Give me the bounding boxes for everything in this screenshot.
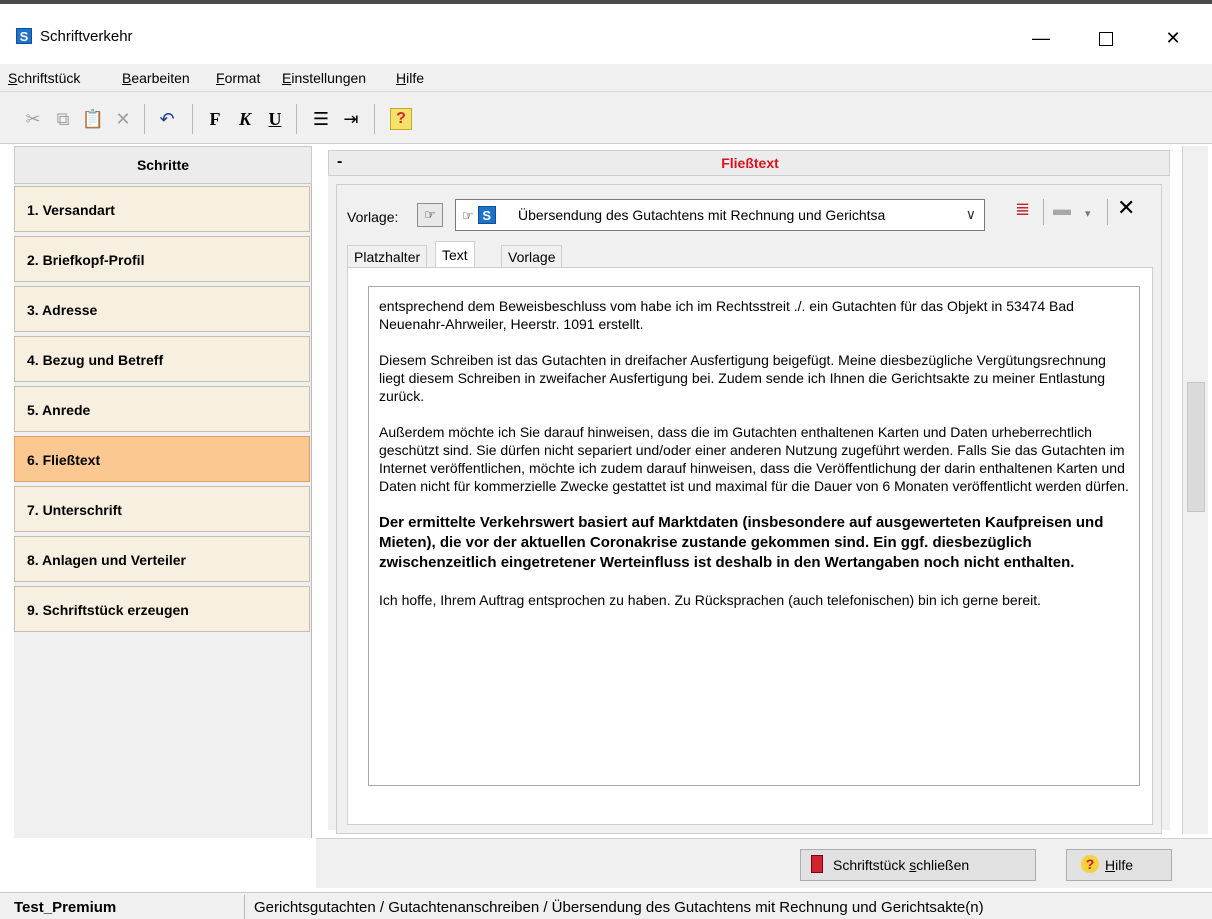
toolbar-separator: [144, 104, 145, 134]
help-icon: ?: [1081, 855, 1099, 874]
menu-hilfe[interactable]: Hilfe: [396, 70, 424, 86]
step-anlagen-verteiler[interactable]: 8. Anlagen und Verteiler: [14, 536, 310, 582]
editor-paragraph: Außerdem möchte ich Sie darauf hinweisen…: [379, 424, 1129, 494]
close-document-button[interactable]: Schriftstück schließen: [800, 849, 1036, 881]
paste-icon[interactable]: 📋: [80, 106, 106, 132]
chevron-down-icon: ∨: [965, 206, 976, 222]
underline-button[interactable]: U: [262, 106, 288, 132]
select-icons: ☞ S: [462, 206, 496, 224]
menu-format[interactable]: Format: [216, 70, 260, 86]
toolbar: ✂ ⧉ 📋 ✕ ↶ F K U ☰ ⇥ ?: [0, 92, 1212, 144]
step-bezug-betreff[interactable]: 4. Bezug und Betreff: [14, 336, 310, 382]
title-bar: S Schriftverkehr — ✕: [0, 0, 1212, 64]
dropdown-icon[interactable]: ▾: [1085, 207, 1091, 220]
toolbar-separator: [296, 104, 297, 134]
maximize-button[interactable]: [1083, 18, 1129, 58]
close-window-button[interactable]: ✕: [1150, 18, 1196, 58]
text-editor[interactable]: entsprechend dem Beweisbeschluss vom hab…: [368, 286, 1140, 786]
collapse-button[interactable]: -: [337, 153, 342, 171]
menu-schriftstueck[interactable]: Schriftstück: [8, 70, 80, 86]
app-icon: S: [16, 28, 32, 44]
vorlage-label: Vorlage:: [347, 209, 399, 225]
vorlage-pointer-button[interactable]: ☞: [417, 203, 443, 227]
tool-separator: [1107, 199, 1108, 225]
status-path: Gerichtsgutachten / Gutachtenanschreiben…: [254, 899, 984, 916]
save-icon[interactable]: ▬: [1053, 199, 1071, 220]
vertical-scrollbar[interactable]: [1182, 146, 1208, 834]
step-fliesstext[interactable]: 6. Fließtext: [14, 436, 310, 482]
status-bar: Test_Premium Gerichtsgutachten / Gutacht…: [0, 892, 1212, 919]
editor-paragraph: Ich hoffe, Ihrem Auftrag entsprochen zu …: [379, 592, 1042, 608]
step-schriftstueck-erzeugen[interactable]: 9. Schriftstück erzeugen: [14, 586, 310, 632]
step-unterschrift[interactable]: 7. Unterschrift: [14, 486, 310, 532]
italic-button[interactable]: K: [232, 106, 258, 132]
pointer-icon: ☞: [424, 207, 436, 222]
section-title: Fließtext: [721, 155, 779, 171]
tab-content: entsprechend dem Beweisbeschluss vom hab…: [347, 267, 1153, 825]
section-header: Fließtext -: [328, 150, 1170, 176]
step-versandart[interactable]: 1. Versandart: [14, 186, 310, 232]
help-icon[interactable]: ?: [390, 108, 412, 130]
status-profile: Test_Premium: [14, 899, 117, 916]
status-separator: [244, 895, 245, 919]
menu-bar: Schriftstück Bearbeiten Format Einstellu…: [0, 64, 1212, 92]
undo-icon[interactable]: ↶: [154, 106, 180, 132]
app-icon: S: [477, 206, 496, 224]
indent-icon[interactable]: ⇥: [338, 106, 364, 132]
step-anrede[interactable]: 5. Anrede: [14, 386, 310, 432]
editor-paragraph: Diesem Schreiben ist das Gutachten in dr…: [379, 352, 1106, 404]
delete-icon[interactable]: ✕: [110, 106, 136, 132]
tab-platzhalter[interactable]: Platzhalter: [347, 245, 428, 269]
editor-paragraph: entsprechend dem Beweisbeschluss vom hab…: [379, 298, 1074, 332]
format-icon[interactable]: ≣: [1015, 199, 1030, 220]
vorlage-selected: Übersendung des Gutachtens mit Rechnung …: [518, 207, 886, 223]
vorlage-group: Vorlage: ☞ ☞ S Übersendung des Gutachtens…: [336, 184, 1162, 834]
tab-vorlage[interactable]: Vorlage: [501, 245, 563, 269]
step-briefkopf-profil[interactable]: 2. Briefkopf-Profil: [14, 236, 310, 282]
help-button[interactable]: ? Hilfe: [1066, 849, 1172, 881]
scrollbar-thumb[interactable]: [1187, 382, 1205, 512]
menu-bearbeiten[interactable]: Bearbeiten: [122, 70, 190, 86]
steps-header: Schritte: [14, 146, 312, 184]
steps-panel: Schritte 1. Versandart 2. Briefkopf-Prof…: [14, 146, 312, 838]
pointer-icon: ☞: [462, 208, 474, 223]
toolbar-separator: [374, 104, 375, 134]
door-icon: [811, 855, 823, 874]
tool-separator: [1043, 199, 1044, 225]
bold-button[interactable]: F: [202, 106, 228, 132]
copy-icon[interactable]: ⧉: [50, 106, 76, 132]
maximize-icon: [1099, 32, 1113, 47]
editor-paragraph-bold: Der ermittelte Verkehrswert basiert auf …: [379, 514, 1104, 571]
cut-icon[interactable]: ✂: [20, 106, 46, 132]
menu-einstellungen[interactable]: Einstellungen: [282, 70, 366, 86]
button-bar: Schriftstück schließen ? Hilfe: [316, 838, 1212, 888]
close-icon[interactable]: ✕: [1117, 195, 1135, 221]
toolbar-separator: [192, 104, 193, 134]
window-title: Schriftverkehr: [40, 28, 133, 45]
content-panel: Fließtext - Vorlage: ☞ ☞ S Übersendung de…: [328, 150, 1170, 834]
tab-text[interactable]: Text: [435, 241, 475, 269]
vorlage-select[interactable]: ☞ S Übersendung des Gutachtens mit Rechnu…: [455, 199, 985, 231]
step-adresse[interactable]: 3. Adresse: [14, 286, 310, 332]
list-icon[interactable]: ☰: [308, 106, 334, 132]
minimize-button[interactable]: —: [1018, 18, 1064, 58]
